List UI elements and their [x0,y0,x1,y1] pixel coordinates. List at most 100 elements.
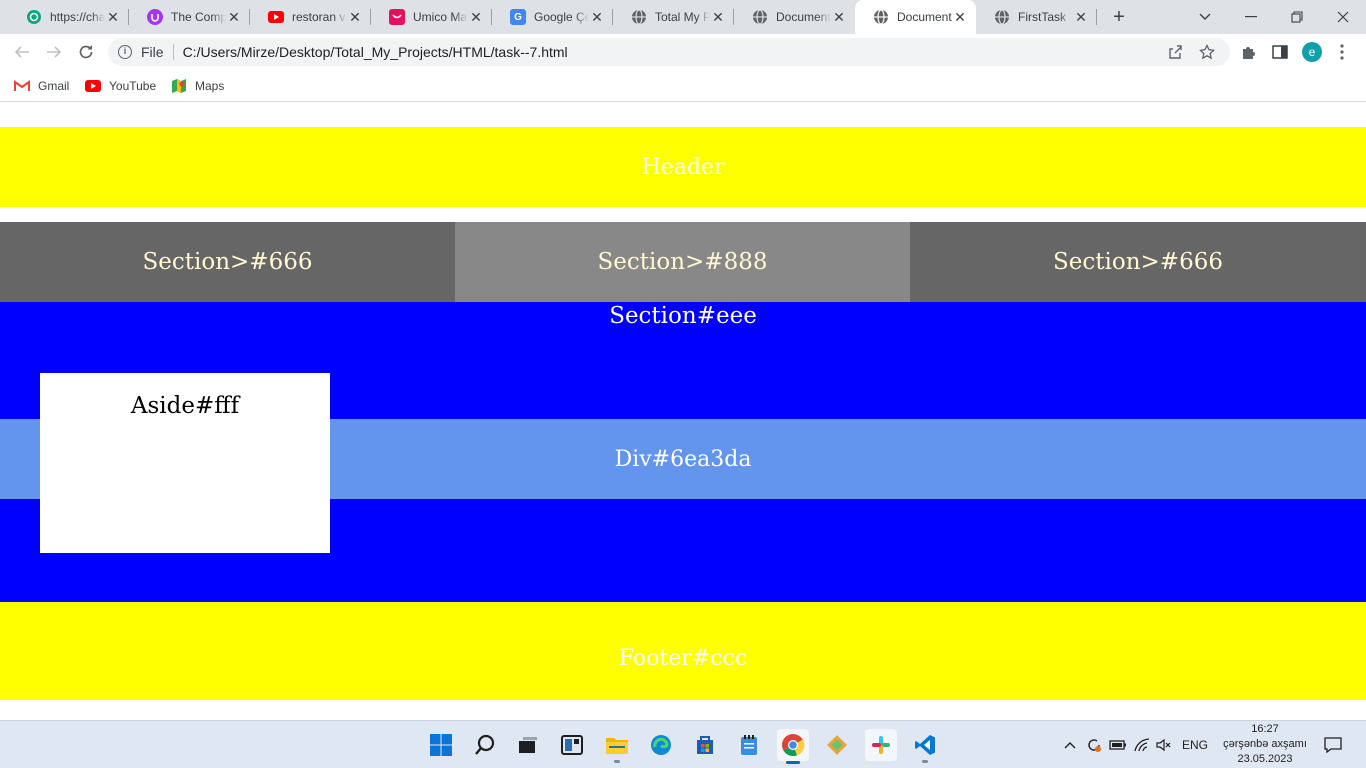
main-section-title: Section#eee [609,303,757,329]
tab-chatgpt[interactable]: https://chat.openai.com ✕ [8,0,129,34]
openai-icon [26,9,42,25]
clock-day: çərşənbə axşamı [1223,738,1307,750]
volume-muted-icon[interactable] [1154,735,1174,755]
close-tab-icon[interactable]: ✕ [1073,9,1089,25]
tab-title: Umico Market [413,10,468,24]
bookmark-label: YouTube [109,79,157,93]
store-icon[interactable] [689,729,721,761]
bookmark-star-icon[interactable] [1198,43,1216,61]
tab-total-my-projects[interactable]: Total My Projects ✕ [613,0,734,34]
back-button[interactable] [10,40,34,64]
close-tab-icon[interactable]: ✕ [468,9,484,25]
input-language[interactable]: ENG [1180,735,1210,755]
tab-title: FirstTask [1018,10,1066,24]
bookmark-label: Gmail [38,79,70,93]
side-panel-icon[interactable] [1270,42,1290,62]
close-tab-icon[interactable]: ✕ [710,9,726,25]
url-scheme: File [141,44,164,60]
wifi-icon[interactable] [1132,735,1152,755]
file-explorer-icon[interactable] [601,729,633,763]
youtube-icon [268,9,284,25]
start-button[interactable] [425,729,457,761]
active-indicator [786,761,800,764]
page-footer: Footer#ccc [0,602,1366,700]
umico-icon [389,9,405,25]
slack-icon[interactable] [865,729,897,761]
tab-strip: https://chat.openai.com ✕ The Complete ✕… [0,0,1366,34]
running-indicator [614,760,620,763]
edge-icon[interactable] [645,729,677,761]
close-tab-icon[interactable]: ✕ [105,9,121,25]
globe-icon [994,9,1010,25]
tab-separator [1096,9,1097,25]
reload-button[interactable] [74,40,98,64]
browser-toolbar: i File C:/Users/Mirze/Desktop/Total_My_P… [0,34,1366,70]
vscode-icon[interactable] [909,729,941,763]
globe-icon [873,9,889,25]
notepad-icon[interactable] [733,729,765,761]
widgets-icon[interactable] [556,729,588,761]
clock-time: 16:27 [1251,723,1279,735]
share-icon[interactable] [1166,43,1184,61]
battery-icon[interactable] [1108,735,1128,755]
tab-title: restoran veb [292,10,347,24]
bookmark-label: Maps [195,79,225,93]
search-icon[interactable] [469,729,501,761]
tab-document-active[interactable]: Document ✕ [855,0,976,34]
tab-umico[interactable]: Umico Market ✕ [371,0,492,34]
maps-icon [171,78,187,94]
tab-document[interactable]: Document ✕ [734,0,855,34]
section-right: Section>#666 [910,222,1366,302]
globe-icon [752,9,768,25]
close-tab-icon[interactable]: ✕ [347,9,363,25]
notification-center-icon[interactable] [1322,735,1344,755]
running-indicator [922,760,928,763]
close-tab-icon[interactable]: ✕ [226,9,242,25]
address-bar[interactable]: i File C:/Users/Mirze/Desktop/Total_My_P… [108,38,1230,66]
url-text[interactable]: C:/Users/Mirze/Desktop/Total_My_Projects… [183,44,568,60]
extensions-puzzle-icon[interactable] [1238,42,1258,62]
tab-restoran[interactable]: restoran veb ✕ [250,0,371,34]
restore-button[interactable] [1274,0,1320,34]
course-icon [147,9,163,25]
task-view-icon[interactable] [512,729,544,761]
tab-title: The Complete [171,10,226,24]
tab-title: Google Çevir [534,10,589,24]
gmail-icon [14,78,30,94]
section-left: Section>#666 [0,222,455,302]
page-viewport: Header Section>#666 Section>#888 Section… [0,103,1366,720]
divider [172,44,174,60]
show-hidden-icons-chevron-icon[interactable] [1060,735,1080,755]
tab-title: Total My Projects [655,10,710,24]
windows-taskbar: ENG 16:27 çərşənbə axşamı 23.05.2023 [0,720,1366,768]
close-tab-icon[interactable]: ✕ [831,9,847,25]
close-window-button[interactable] [1320,0,1366,34]
bookmarks-bar: Gmail YouTube Maps [0,70,1366,102]
close-tab-icon[interactable]: ✕ [589,9,605,25]
minimize-button[interactable] [1228,0,1274,34]
tab-search-chevron-icon[interactable] [1182,0,1228,34]
tab-title: Document [776,10,831,24]
bookmark-gmail[interactable]: Gmail [14,77,69,95]
site-info-icon[interactable]: i [118,45,132,59]
bookmark-maps[interactable]: Maps [171,77,224,95]
sync-icon[interactable] [1084,735,1104,755]
profile-avatar[interactable]: e [1302,42,1322,62]
tab-the-complete[interactable]: The Complete ✕ [129,0,250,34]
tab-firsttask[interactable]: FirstTask ✕ [976,0,1097,34]
tab-title: https://chat.openai.com [50,10,105,24]
new-tab-button[interactable]: + [1108,7,1130,29]
section-middle: Section>#888 [455,222,910,302]
aside-box: Aside#fff [40,373,330,553]
tab-google-translate[interactable]: G Google Çevir ✕ [492,0,613,34]
forward-button[interactable] [42,40,66,64]
git-app-icon[interactable] [821,729,853,761]
taskbar-clock[interactable]: 16:27 çərşənbə axşamı 23.05.2023 [1212,722,1318,767]
chrome-icon[interactable] [777,729,809,764]
menu-kebab-icon[interactable] [1332,42,1352,62]
google-translate-icon: G [510,9,526,25]
globe-icon [631,9,647,25]
youtube-icon [85,78,101,94]
bookmark-youtube[interactable]: YouTube [85,77,156,95]
close-tab-icon[interactable]: ✕ [952,9,968,25]
